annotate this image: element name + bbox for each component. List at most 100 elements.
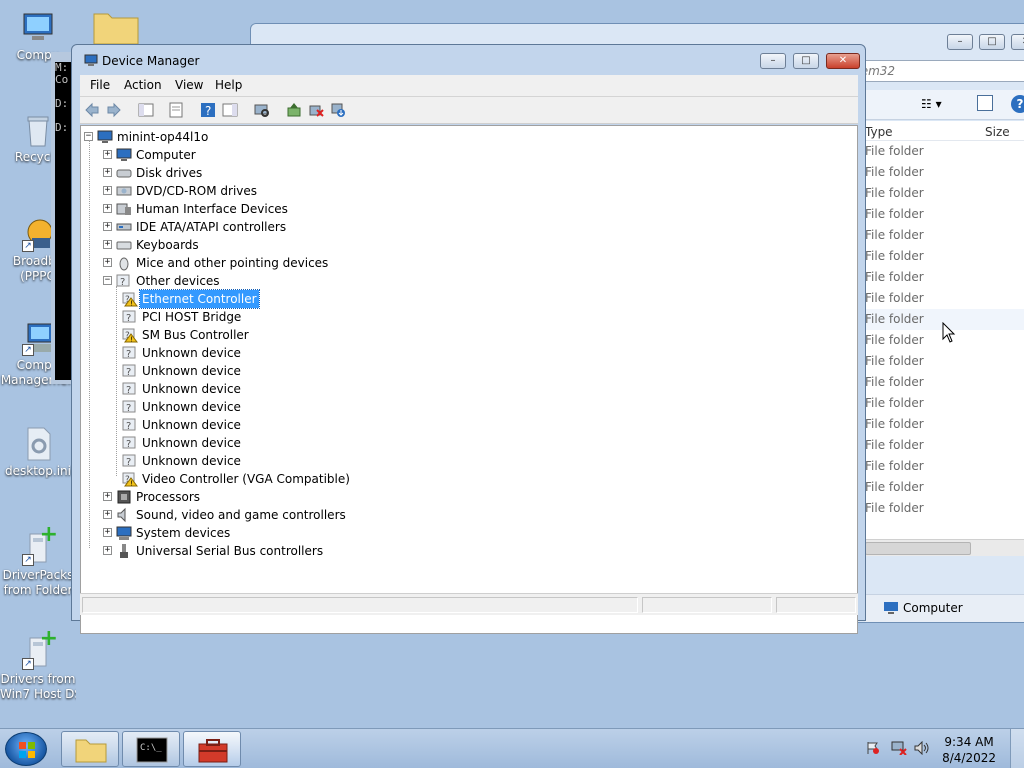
- tree-root[interactable]: − minint-op44l1o: [81, 128, 851, 146]
- tree-device-item[interactable]: ? PCI HOST Bridge: [81, 308, 851, 326]
- menu-help[interactable]: Help: [215, 78, 242, 92]
- update-driver-icon[interactable]: [286, 102, 302, 118]
- tree-device-item[interactable]: ?! SM Bus Controller: [81, 326, 851, 344]
- menu-action[interactable]: Action: [124, 78, 162, 92]
- tree-category-other[interactable]: −? Other devices: [81, 272, 851, 290]
- list-item[interactable]: File folder: [865, 414, 1024, 435]
- action-center-flag-icon[interactable]: [866, 741, 880, 755]
- list-item[interactable]: File folder: [865, 204, 1024, 225]
- list-item[interactable]: File folder: [865, 288, 1024, 309]
- list-item[interactable]: File folder: [865, 498, 1024, 519]
- tree-category-computer[interactable]: + Computer: [81, 146, 851, 164]
- list-item[interactable]: File folder: [865, 456, 1024, 477]
- taskbar-device-manager-button[interactable]: [183, 731, 241, 767]
- shortcut-arrow-icon: ↗: [22, 554, 34, 566]
- desktop-icon-driverpacks[interactable]: + ↗ DriverPacks from Folder: [0, 524, 76, 598]
- list-item[interactable]: File folder: [865, 372, 1024, 393]
- menu-view[interactable]: View: [175, 78, 203, 92]
- list-item[interactable]: File folder: [865, 183, 1024, 204]
- tree-device-item[interactable]: ? Unknown device: [81, 362, 851, 380]
- tree-device-item[interactable]: ? Unknown device: [81, 434, 851, 452]
- tree-item-label: Unknown device: [142, 382, 241, 396]
- tree-category-system[interactable]: + System devices: [81, 524, 851, 542]
- expand-icon[interactable]: +: [103, 510, 112, 519]
- explorer-maximize-button[interactable]: □: [979, 34, 1005, 50]
- explorer-address-bar[interactable]: tem32: [851, 60, 1024, 82]
- expand-icon[interactable]: +: [103, 168, 112, 177]
- collapse-icon[interactable]: −: [103, 276, 112, 285]
- tree-device-item[interactable]: ? Unknown device: [81, 416, 851, 434]
- tree-category-usb[interactable]: + Universal Serial Bus controllers: [81, 542, 851, 560]
- view-options-icon[interactable]: ☷ ▾: [921, 97, 942, 111]
- expand-icon[interactable]: +: [103, 240, 112, 249]
- show-hide-console-tree-icon[interactable]: [138, 102, 154, 118]
- scrollbar-thumb[interactable]: [865, 542, 971, 555]
- enable-device-icon[interactable]: [330, 102, 346, 118]
- device-tree[interactable]: − minint-op44l1o + Computer + Disk drives + DVD…: [80, 125, 858, 634]
- show-desktop-button[interactable]: [1010, 729, 1024, 768]
- properties-icon[interactable]: [168, 102, 184, 118]
- tree-device-item[interactable]: ?! Video Controller (VGA Compatible): [81, 470, 851, 488]
- tree-device-item[interactable]: ? Unknown device: [81, 452, 851, 470]
- preview-pane-icon[interactable]: [977, 95, 993, 111]
- taskbar-explorer-button[interactable]: [61, 731, 119, 767]
- explorer-minimize-button[interactable]: –: [947, 34, 973, 50]
- clock[interactable]: 9:34 AM 8/4/2022: [942, 734, 996, 766]
- list-item[interactable]: File folder: [865, 141, 1024, 162]
- tree-category-sound[interactable]: + Sound, video and game controllers: [81, 506, 851, 524]
- expand-icon[interactable]: +: [103, 186, 112, 195]
- list-item[interactable]: File folder: [865, 435, 1024, 456]
- tree-device-item[interactable]: ?! Ethernet Controller: [81, 289, 851, 309]
- folder-icon[interactable]: [92, 8, 140, 45]
- forward-arrow-icon[interactable]: [106, 102, 122, 118]
- list-item[interactable]: File folder: [865, 246, 1024, 267]
- tree-device-item[interactable]: ? Unknown device: [81, 380, 851, 398]
- menu-file[interactable]: File: [90, 78, 110, 92]
- tree-category-keyboards[interactable]: + Keyboards: [81, 236, 851, 254]
- maximize-button[interactable]: □: [793, 53, 819, 69]
- expand-icon[interactable]: +: [103, 546, 112, 555]
- start-button[interactable]: [5, 732, 47, 766]
- svg-text:?: ?: [126, 385, 131, 396]
- help-icon[interactable]: ?: [1011, 95, 1024, 113]
- tree-category-dvd[interactable]: + DVD/CD-ROM drives: [81, 182, 851, 200]
- list-item[interactable]: File folder: [865, 351, 1024, 372]
- tree-category-mice[interactable]: + Mice and other pointing devices: [81, 254, 851, 272]
- volume-icon[interactable]: [914, 740, 930, 756]
- network-icon[interactable]: [891, 741, 907, 756]
- help-icon[interactable]: ?: [200, 102, 216, 118]
- expand-icon[interactable]: +: [103, 528, 112, 537]
- back-arrow-icon[interactable]: [84, 102, 100, 118]
- list-item[interactable]: File folder: [865, 477, 1024, 498]
- list-item[interactable]: File folder: [865, 393, 1024, 414]
- tree-device-item[interactable]: ? Unknown device: [81, 344, 851, 362]
- scan-hardware-icon[interactable]: [254, 102, 270, 118]
- column-header-type[interactable]: Type: [865, 125, 893, 139]
- expand-icon[interactable]: +: [103, 222, 112, 231]
- close-button[interactable]: ✕: [826, 53, 860, 69]
- svg-text:!: !: [130, 300, 133, 308]
- desktop-icon-drivers-win7[interactable]: + ↗ Drivers from Win7 Host DS: [0, 628, 76, 702]
- expand-icon[interactable]: +: [103, 150, 112, 159]
- expand-icon[interactable]: +: [103, 204, 112, 213]
- taskbar-cmd-button[interactable]: C:\_: [122, 731, 180, 767]
- expand-icon[interactable]: +: [103, 258, 112, 267]
- minimize-button[interactable]: –: [760, 53, 786, 69]
- window-title: Device Manager: [102, 54, 200, 68]
- tree-category-ide[interactable]: + IDE ATA/ATAPI controllers: [81, 218, 851, 236]
- device-manager-window[interactable]: Device Manager – □ ✕ File Action View He…: [71, 44, 866, 634]
- action-pane-icon[interactable]: [222, 102, 238, 118]
- tree-category-processors[interactable]: + Processors: [81, 488, 851, 506]
- list-item[interactable]: File folder: [865, 225, 1024, 246]
- list-item[interactable]: File folder: [865, 162, 1024, 183]
- explorer-horizontal-scrollbar[interactable]: [865, 539, 1024, 556]
- list-item[interactable]: File folder: [865, 267, 1024, 288]
- expand-icon[interactable]: +: [103, 492, 112, 501]
- tree-device-item[interactable]: ? Unknown device: [81, 398, 851, 416]
- column-header-size[interactable]: Size: [985, 125, 1010, 139]
- tree-category-hid[interactable]: + Human Interface Devices: [81, 200, 851, 218]
- desktop-icon-desktop-ini[interactable]: desktop.ini: [0, 426, 76, 479]
- explorer-close-button[interactable]: ✕: [1011, 34, 1024, 50]
- tree-category-disk[interactable]: + Disk drives: [81, 164, 851, 182]
- uninstall-device-icon[interactable]: [308, 102, 324, 118]
